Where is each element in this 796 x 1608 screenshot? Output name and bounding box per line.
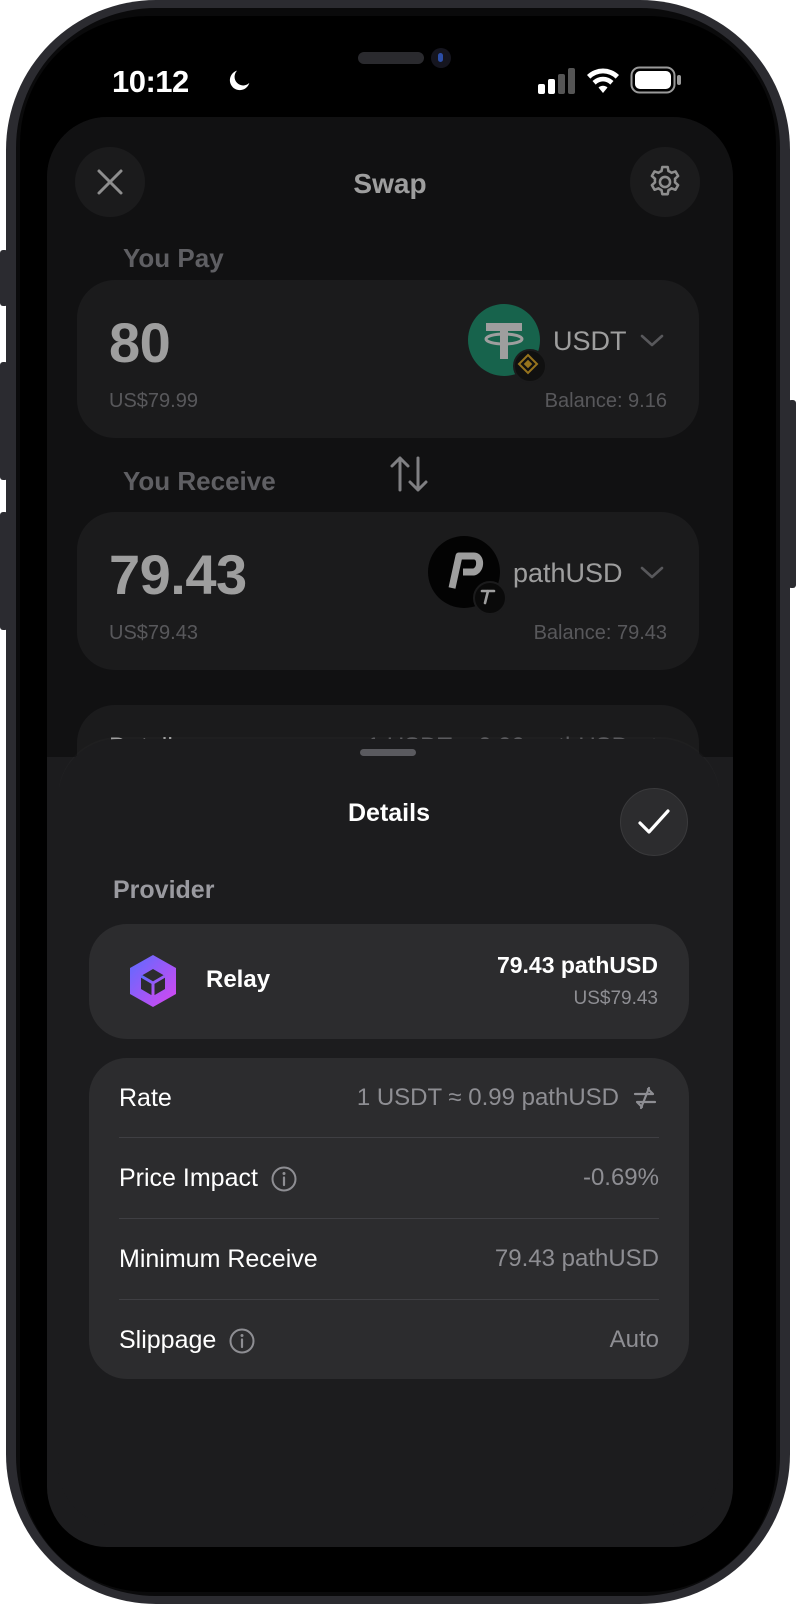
receive-amount: 79.43 [109, 543, 247, 606]
provider-usd-value: US$79.43 [573, 988, 658, 1009]
price-impact-value: -0.69% [582, 1164, 659, 1191]
check-icon [638, 809, 670, 834]
moon-icon [226, 66, 254, 99]
receive-balance: Balance: 79.43 [533, 622, 667, 644]
minimum-receive-label: Minimum Receive [119, 1245, 318, 1274]
price-impact-label: Price Impact [119, 1164, 298, 1193]
minimum-receive-value: 79.43 pathUSD [494, 1245, 659, 1272]
battery-icon [630, 66, 682, 99]
minimum-receive-row: Minimum Receive 79.43 pathUSD [119, 1219, 659, 1299]
receive-label: You Receive [123, 466, 276, 496]
confirm-button[interactable] [620, 788, 688, 856]
sheet-grabber[interactable] [360, 749, 416, 756]
price-impact-label-text: Price Impact [119, 1164, 258, 1192]
receive-usd-value: US$79.43 [109, 622, 198, 644]
dynamic-island-speaker [358, 52, 424, 64]
pay-label: You Pay [123, 243, 224, 273]
settings-button[interactable] [630, 147, 700, 217]
status-time: 10:12 [112, 64, 189, 99]
swap-rate-icon[interactable] [631, 1084, 659, 1112]
tempo-chain-icon [473, 581, 507, 615]
rate-label-text: Rate [119, 1084, 172, 1112]
slippage-label: Slippage [119, 1326, 256, 1355]
details-sheet: Details Provider Relay 79.43 pathUSD US$… [58, 739, 720, 1526]
slippage-label-text: Slippage [119, 1326, 217, 1354]
device-action-button [0, 250, 8, 306]
device-volume-down [0, 512, 8, 630]
gear-icon [650, 165, 680, 196]
receive-amount-box: 79.43 US$79.43 pathUSD Balance: 79.43 [77, 512, 699, 670]
device-volume-up [0, 362, 8, 480]
pay-balance: Balance: 9.16 [544, 390, 667, 412]
cellular-signal-icon [538, 68, 576, 99]
provider-amount: 79.43 pathUSD [496, 952, 658, 978]
wifi-icon [586, 66, 620, 99]
relay-logo-icon [127, 953, 179, 1014]
swap-direction-button[interactable] [387, 452, 431, 501]
info-icon[interactable] [270, 1165, 298, 1193]
provider-card[interactable]: Relay 79.43 pathUSD US$79.43 [89, 924, 689, 1039]
rate-label: Rate [119, 1084, 172, 1113]
rate-row: Rate 1 USDT ≈ 0.99 pathUSD [119, 1058, 659, 1138]
rate-value-text: 1 USDT ≈ 0.99 pathUSD [356, 1084, 619, 1111]
swap-info-list: Rate 1 USDT ≈ 0.99 pathUSD Price Impact [89, 1058, 689, 1379]
chevron-down-icon[interactable] [639, 332, 665, 350]
pay-usd-value: US$79.99 [109, 390, 198, 412]
screen: 10:12 Swap You Pay 80 US$79.99 USDT Bala… [20, 16, 776, 1592]
rate-value: 1 USDT ≈ 0.99 pathUSD [357, 1084, 659, 1112]
provider-label: Provider [113, 876, 215, 904]
provider-name: Relay [206, 966, 271, 993]
pay-token-selector[interactable]: USDT [553, 326, 627, 357]
bnb-chain-icon [513, 349, 547, 383]
pay-amount-box: 80 US$79.99 USDT Balance: 9.16 [77, 280, 699, 438]
info-icon[interactable] [228, 1327, 256, 1355]
receive-token-selector[interactable]: pathUSD [513, 558, 623, 589]
minimum-receive-label-text: Minimum Receive [119, 1245, 318, 1273]
slippage-row: Slippage Auto [119, 1300, 659, 1380]
pay-amount-input[interactable]: 80 [109, 310, 171, 375]
slippage-value: Auto [609, 1326, 659, 1353]
front-camera [431, 48, 451, 68]
chevron-down-icon[interactable] [639, 564, 665, 582]
device-power-button [788, 400, 796, 588]
swap-arrows-icon [390, 456, 428, 492]
price-impact-row: Price Impact -0.69% [119, 1138, 659, 1218]
